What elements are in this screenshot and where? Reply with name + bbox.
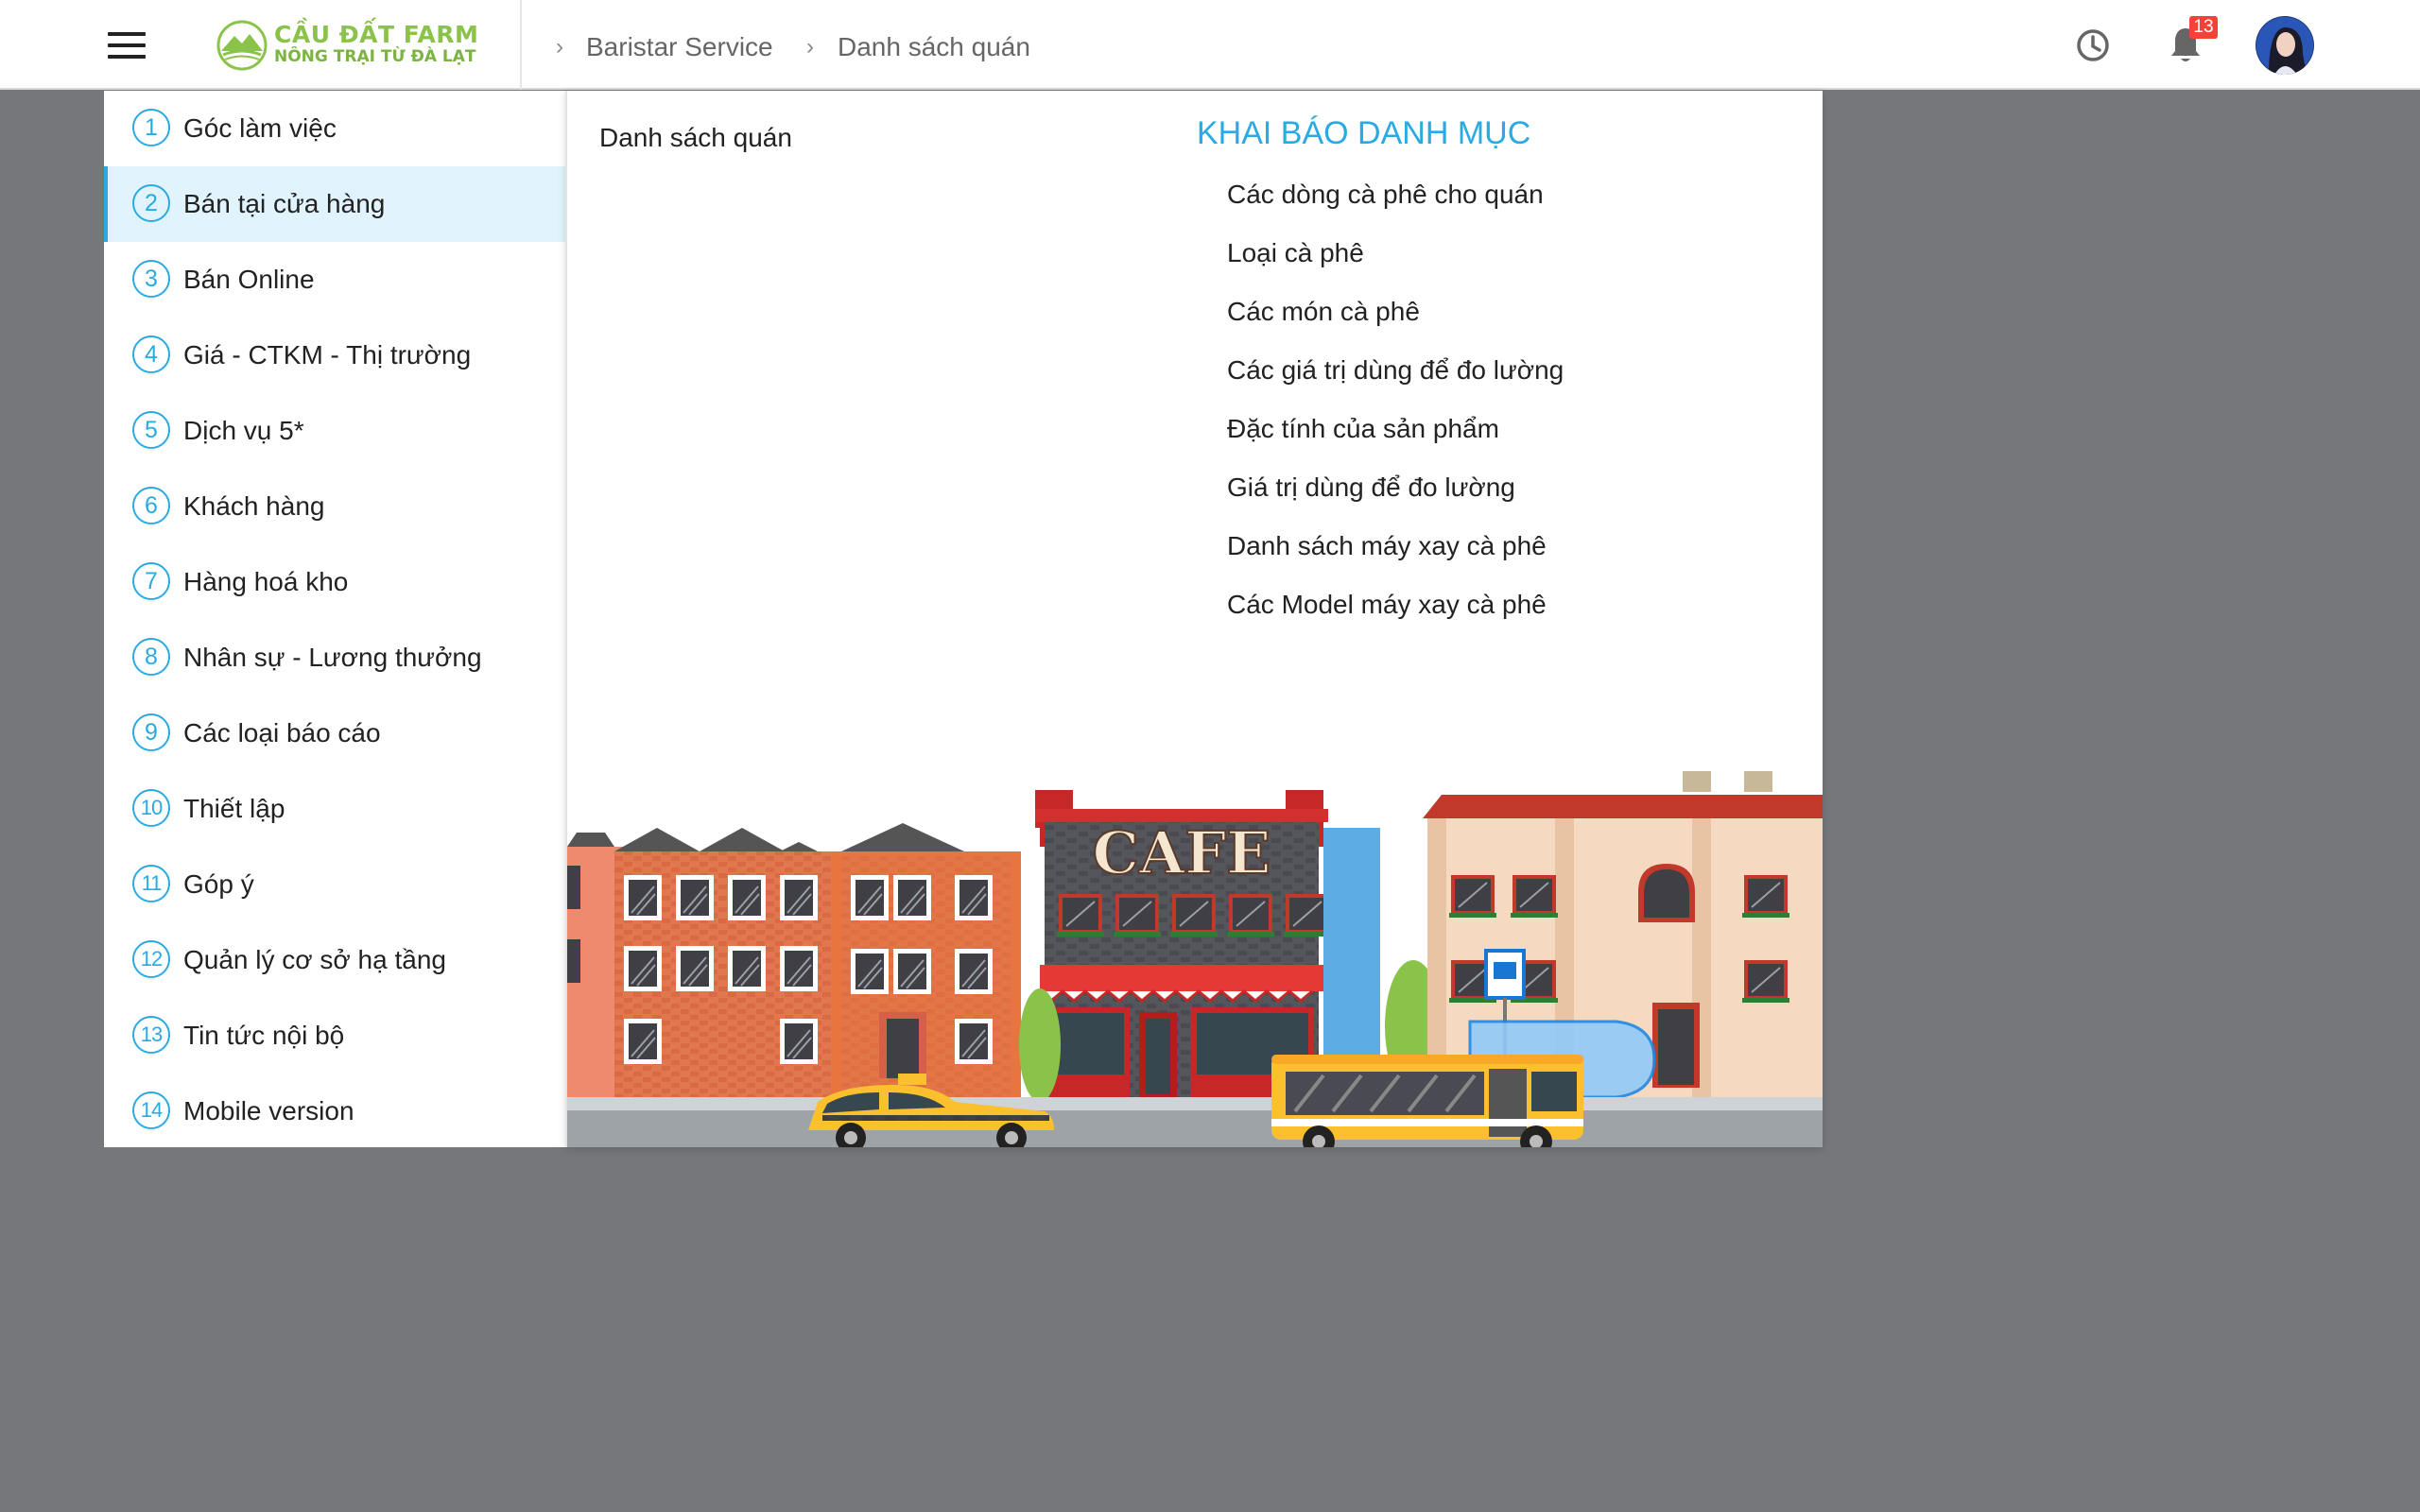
category-link[interactable]: Các giá trị dùng để đo lường: [1227, 355, 1564, 386]
submenu-panel: Danh sách quán KHAI BÁO DANH MỤC Các dòn…: [565, 91, 1823, 1147]
sidebar-item-tin-tuc-noi-bo[interactable]: 13 Tin tức nội bộ: [104, 998, 567, 1074]
avatar-image: [2256, 16, 2314, 75]
sidebar-item-quan-ly-co-so-ha-tang[interactable]: 12 Quản lý cơ sở hạ tầng: [104, 922, 567, 998]
sidebar-item-dich-vu-5[interactable]: 5 Dịch vụ 5*: [104, 393, 567, 469]
clock-icon[interactable]: [2074, 26, 2112, 64]
sidebar-item-label: Khách hàng: [183, 491, 325, 521]
notification-badge: 13: [2189, 16, 2218, 39]
item-number-badge: 9: [132, 713, 170, 751]
hamburger-menu-icon[interactable]: [108, 32, 146, 59]
category-link[interactable]: Danh sách máy xay cà phê: [1227, 531, 1547, 561]
category-link[interactable]: Các món cà phê: [1227, 297, 1420, 327]
sidebar-item-label: Các loại báo cáo: [183, 718, 381, 747]
sidebar-item-cac-loai-bao-cao[interactable]: 9 Các loại báo cáo: [104, 696, 567, 771]
category-link[interactable]: Các Model máy xay cà phê: [1227, 590, 1547, 620]
sidebar-item-label: Nhân sự - Lương thưởng: [183, 643, 482, 672]
item-number-badge: 3: [132, 260, 170, 298]
category-link[interactable]: Giá trị dùng để đo lường: [1227, 472, 1515, 503]
sidebar-item-gop-y[interactable]: 11 Góp ý: [104, 847, 567, 922]
top-header: CẦU ĐẤT FARM NÔNG TRẠI TỪ ĐÀ LẠT › Baris…: [0, 0, 2420, 90]
item-number-badge: 4: [132, 335, 170, 373]
sidebar-item-label: Thiết lập: [183, 794, 285, 823]
item-number-badge: 8: [132, 638, 170, 676]
item-number-badge: 11: [132, 865, 170, 902]
sidebar-item-khach-hang[interactable]: 6 Khách hàng: [104, 469, 567, 544]
logo-name: CẦU ĐẤT FARM: [274, 21, 479, 48]
category-link[interactable]: Các dòng cà phê cho quán: [1227, 180, 1544, 210]
chevron-right-icon: ›: [806, 34, 814, 60]
section-title-khai-bao-danh-muc: KHAI BÁO DANH MỤC: [1197, 115, 1531, 151]
sidebar-item-label: Giá - CTKM - Thị trường: [183, 340, 472, 369]
category-link[interactable]: Đặc tính của sản phẩm: [1227, 414, 1499, 444]
header-divider: [520, 0, 522, 90]
chevron-right-icon: ›: [556, 34, 563, 60]
user-avatar[interactable]: [2256, 16, 2314, 75]
sidebar-item-hang-hoa-kho[interactable]: 7 Hàng hoá kho: [104, 544, 567, 620]
item-number-badge: 14: [132, 1091, 170, 1129]
sidebar-item-label: Tin tức nội bộ: [183, 1021, 345, 1050]
item-number-badge: 1: [132, 109, 170, 146]
item-number-badge: 12: [132, 940, 170, 978]
sidebar-item-label: Bán tại cửa hàng: [183, 189, 386, 218]
item-number-badge: 7: [132, 562, 170, 600]
cafe-sign: CAFE: [1093, 818, 1271, 887]
sidebar-item-label: Dịch vụ 5*: [183, 416, 304, 445]
sidebar-item-goc-lam-viec[interactable]: 1 Góc làm việc: [104, 91, 567, 166]
street-cafe-illustration: CAFE: [567, 771, 1823, 1147]
item-number-badge: 13: [132, 1016, 170, 1054]
sidebar-item-label: Bán Online: [183, 265, 315, 294]
breadcrumb-item-danh-sach-quan[interactable]: Danh sách quán: [838, 32, 1030, 62]
sidebar-item-label: Mobile version: [183, 1096, 354, 1125]
logo-tagline: NÔNG TRẠI TỪ ĐÀ LẠT: [274, 47, 476, 66]
link-danh-sach-quan[interactable]: Danh sách quán: [599, 123, 792, 153]
sidebar-item-mobile-version[interactable]: 14 Mobile version: [104, 1074, 567, 1149]
sidebar-item-nhan-su-luong-thuong[interactable]: 8 Nhân sự - Lương thưởng: [104, 620, 567, 696]
item-number-badge: 2: [132, 184, 170, 222]
category-link[interactable]: Loại cà phê: [1227, 238, 1364, 268]
item-number-badge: 10: [132, 789, 170, 827]
brand-logo[interactable]: CẦU ĐẤT FARM NÔNG TRẠI TỪ ĐÀ LẠT: [216, 17, 478, 74]
item-number-badge: 6: [132, 487, 170, 524]
sidebar-item-ban-tai-cua-hang[interactable]: 2 Bán tại cửa hàng: [104, 166, 567, 242]
sidebar-item-thiet-lap[interactable]: 10 Thiết lập: [104, 771, 567, 847]
sidebar-menu: 1 Góc làm việc 2 Bán tại cửa hàng 3 Bán …: [104, 91, 567, 1147]
item-number-badge: 5: [132, 411, 170, 449]
sidebar-item-label: Quản lý cơ sở hạ tầng: [183, 945, 446, 974]
sidebar-item-gia-ctkm-thi-truong[interactable]: 4 Giá - CTKM - Thị trường: [104, 318, 567, 393]
sidebar-item-label: Góp ý: [183, 869, 254, 899]
sidebar-item-ban-online[interactable]: 3 Bán Online: [104, 242, 567, 318]
sidebar-item-label: Góc làm việc: [183, 113, 337, 143]
breadcrumb-item-baristar-service[interactable]: Baristar Service: [586, 32, 773, 62]
sidebar-item-label: Hàng hoá kho: [183, 567, 349, 596]
farm-logo-icon: [216, 20, 268, 71]
